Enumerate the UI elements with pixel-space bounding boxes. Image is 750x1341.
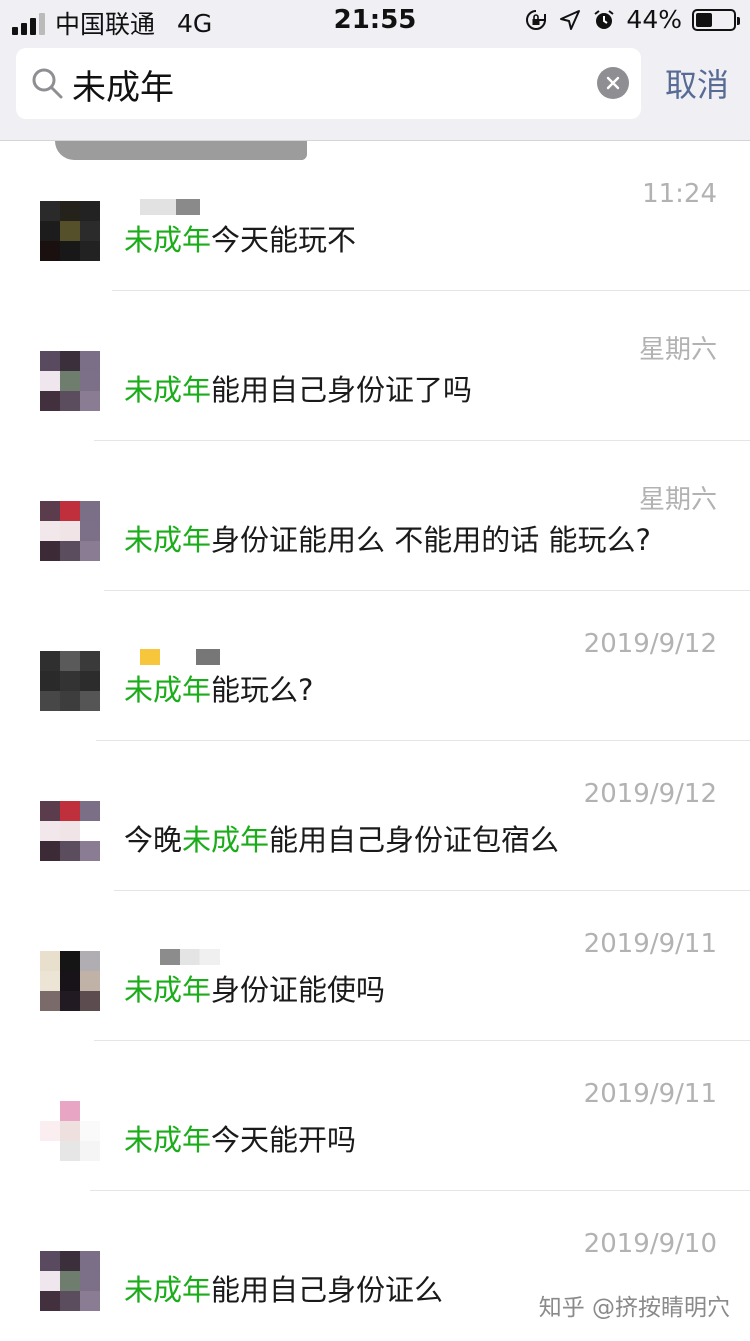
keyword-highlight: 未成年 <box>124 973 212 1007</box>
message-time: 星期六 <box>638 335 717 365</box>
alarm-icon <box>594 9 615 29</box>
status-bar: 中国联通 4G 21:55 44% <box>0 0 750 40</box>
search-input[interactable]: 未成年 <box>16 48 641 119</box>
avatar <box>40 1101 100 1161</box>
avatar <box>40 201 100 261</box>
contact-name-blurred <box>140 649 220 665</box>
keyword-highlight: 未成年 <box>182 823 270 857</box>
list-item[interactable]: 2019/9/12 今晚未成年能用自己身份证包宿么 <box>0 741 750 891</box>
avatar <box>40 801 100 861</box>
message-snippet: 未成年能用自己身份证么 <box>124 1273 444 1307</box>
battery-level-fill <box>696 12 712 27</box>
message-time: 2019/9/12 <box>583 629 717 659</box>
keyword-highlight: 未成年 <box>124 223 212 257</box>
message-time: 星期六 <box>638 485 717 515</box>
keyword-highlight: 未成年 <box>124 673 212 707</box>
list-item[interactable]: 2019/9/11 未成年今天能开吗 <box>0 1041 750 1191</box>
message-snippet: 未成年能玩么? <box>124 673 314 707</box>
keyword-highlight: 未成年 <box>124 1273 212 1307</box>
avatar <box>40 951 100 1011</box>
contact-name-blurred <box>140 199 200 215</box>
location-icon <box>560 9 581 30</box>
contact-name-blurred <box>160 949 220 965</box>
clear-search-icon[interactable] <box>597 67 629 99</box>
list-item[interactable]: 星期六 未成年身份证能用么 不能用的话 能玩么? <box>0 441 750 591</box>
avatar <box>40 351 100 411</box>
message-snippet: 未成年能用自己身份证了吗 <box>124 373 473 407</box>
watermark: 知乎 @挤按睛明穴 <box>538 1295 730 1321</box>
message-time: 11:24 <box>642 179 717 209</box>
list-item[interactable]: 星期六 未成年能用自己身份证了吗 <box>0 291 750 441</box>
list-item[interactable]: 11:24 未成年今天能玩不 <box>0 141 750 291</box>
list-item[interactable]: 2019/9/12 未成年能玩么? <box>0 591 750 741</box>
cancel-button[interactable]: 取消 <box>665 60 729 106</box>
message-snippet: 未成年身份证能用么 不能用的话 能玩么? <box>124 523 651 557</box>
message-snippet: 未成年今天能玩不 <box>124 223 357 257</box>
message-snippet: 未成年身份证能使吗 <box>124 973 386 1007</box>
avatar <box>40 651 100 711</box>
keyword-highlight: 未成年 <box>124 523 212 557</box>
keyword-highlight: 未成年 <box>124 1123 212 1157</box>
message-time: 2019/9/12 <box>583 779 717 809</box>
message-snippet: 未成年今天能开吗 <box>124 1123 357 1157</box>
battery-percent: 44% <box>626 5 682 34</box>
message-time: 2019/9/10 <box>583 1229 717 1259</box>
keyword-highlight: 未成年 <box>124 373 212 407</box>
message-snippet: 今晚未成年能用自己身份证包宿么 <box>124 823 560 857</box>
list-item[interactable]: 2019/9/11 未成年身份证能使吗 <box>0 891 750 1041</box>
message-time: 2019/9/11 <box>583 1079 717 1109</box>
status-right: 44% <box>524 5 740 34</box>
battery-icon <box>692 8 740 31</box>
avatar <box>40 1251 100 1311</box>
orientation-lock-icon <box>526 9 547 30</box>
search-icon <box>32 68 63 99</box>
search-header: 中国联通 4G 21:55 44% 未成年 取消 <box>0 0 750 141</box>
search-query[interactable]: 未成年 <box>72 60 174 109</box>
message-time: 2019/9/11 <box>583 929 717 959</box>
avatar <box>40 501 100 561</box>
